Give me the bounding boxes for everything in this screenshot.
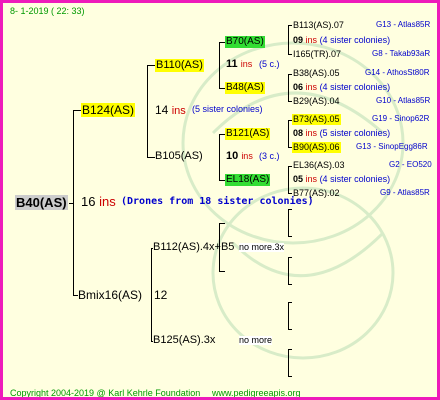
connector <box>288 25 289 55</box>
placeholder-bracket <box>288 257 289 285</box>
mother-queen-name[interactable]: B124(AS) <box>81 103 136 117</box>
queen-b125[interactable]: B125(AS).3x <box>153 335 215 346</box>
placeholder-bracket <box>288 236 292 237</box>
placeholder-bracket <box>288 376 292 377</box>
website-link[interactable]: www.pedigreeapis.org <box>212 389 301 398</box>
queen-b113[interactable]: B113(AS).07 <box>293 21 344 30</box>
connector <box>147 65 148 157</box>
b121-drone-count: 08 ins (5 sister colonies) <box>293 128 391 138</box>
connector <box>219 271 225 272</box>
timestamp: 8- 1-2019 ( 22: 33) <box>10 6 85 16</box>
root-count: 16 ins <box>81 194 116 209</box>
queen-b110[interactable]: B110(AS) <box>155 59 204 72</box>
placeholder-bracket <box>288 209 292 210</box>
i165-lineage-code: G8 - Takab93aR <box>372 49 431 58</box>
father-mix-name[interactable]: Bmix16(AS) <box>78 289 142 301</box>
b77-lineage-code: G9 - Atlas85R <box>380 188 430 197</box>
connector <box>288 166 289 194</box>
queen-el18[interactable]: EL18(AS) <box>225 174 271 186</box>
b38-lineage-code: G14 - AthosSt80R <box>365 68 430 77</box>
b90-lineage-code: G13 - SinopEgg86R <box>356 142 428 151</box>
b113-lineage-code: G13 - Atlas85R <box>376 20 431 29</box>
pedigree-page: { "header": {"date": "8- 1-2019 ( 22: 33… <box>0 0 440 400</box>
queen-b105[interactable]: B105(AS) <box>155 151 203 162</box>
queen-b73[interactable]: B73(AS).05 <box>292 114 341 125</box>
b121-count: 10 ins <box>226 150 253 162</box>
connector <box>288 120 289 148</box>
queen-b48[interactable]: B48(AS) <box>225 82 265 94</box>
placeholder-bracket <box>288 284 292 285</box>
queen-b70[interactable]: B70(AS) <box>225 36 265 48</box>
queen-b38[interactable]: B38(AS).05 <box>293 69 340 78</box>
root-queen-name[interactable]: B40(AS) <box>15 195 68 210</box>
placeholder-bracket <box>288 302 292 303</box>
connector <box>288 101 292 102</box>
connector <box>219 134 220 181</box>
queen-el36[interactable]: EL36(AS).03 <box>293 161 345 170</box>
placeholder-bracket <box>288 349 292 350</box>
placeholder-bracket <box>288 349 289 377</box>
mother-sister-note: (5 sister colonies) <box>192 104 263 114</box>
b112-no-more-label: no more.3x <box>239 242 285 252</box>
connector <box>288 54 292 55</box>
connector <box>288 166 292 167</box>
father-count: 12 <box>154 288 168 302</box>
connector <box>147 157 155 158</box>
connector <box>73 110 74 296</box>
connector <box>288 74 292 75</box>
placeholder-bracket <box>288 257 292 258</box>
queen-b29[interactable]: B29(AS).04 <box>293 97 340 106</box>
connector <box>219 42 220 88</box>
root-drone-note: (Drones from 18 sister colonies) <box>121 196 314 207</box>
queen-i165[interactable]: I165(TR).07 <box>293 50 341 59</box>
connector <box>147 65 155 66</box>
b70-count: 11 ins <box>226 58 253 70</box>
el36-lineage-code: G2 - EO520 <box>389 160 432 169</box>
queen-b121[interactable]: B121(AS) <box>225 128 271 140</box>
b73-lineage-code: G19 - Sinop62R <box>372 114 430 123</box>
b70-note: (5 c.) <box>259 59 280 69</box>
queen-b77[interactable]: B77(AS).02 <box>293 189 340 198</box>
b121-note: (3 c.) <box>259 151 280 161</box>
placeholder-bracket <box>288 209 289 237</box>
mother-count: 14 ins <box>155 103 186 117</box>
placeholder-bracket <box>288 302 289 330</box>
placeholder-bracket <box>288 329 292 330</box>
connector <box>288 193 292 194</box>
queen-b112[interactable]: B112(AS).4x+B5 <box>153 242 234 253</box>
connector <box>73 110 81 111</box>
b70-drone-count: 09 ins (4 sister colonies) <box>293 35 391 45</box>
connector <box>151 248 152 341</box>
connector <box>288 74 289 101</box>
b29-lineage-code: G10 - Atlas85R <box>376 96 431 105</box>
b125-no-more-label: no more <box>239 335 273 345</box>
connector <box>288 25 292 26</box>
copyright-text: Copyright 2004-2019 @ Karl Kehrle Founda… <box>10 388 201 398</box>
queen-b90[interactable]: B90(AS).06 <box>292 142 341 153</box>
el18-drone-count: 05 ins (4 sister colonies) <box>293 174 391 184</box>
b48-drone-count: 06 ins (4 sister colonies) <box>293 82 391 92</box>
connector <box>219 223 225 224</box>
